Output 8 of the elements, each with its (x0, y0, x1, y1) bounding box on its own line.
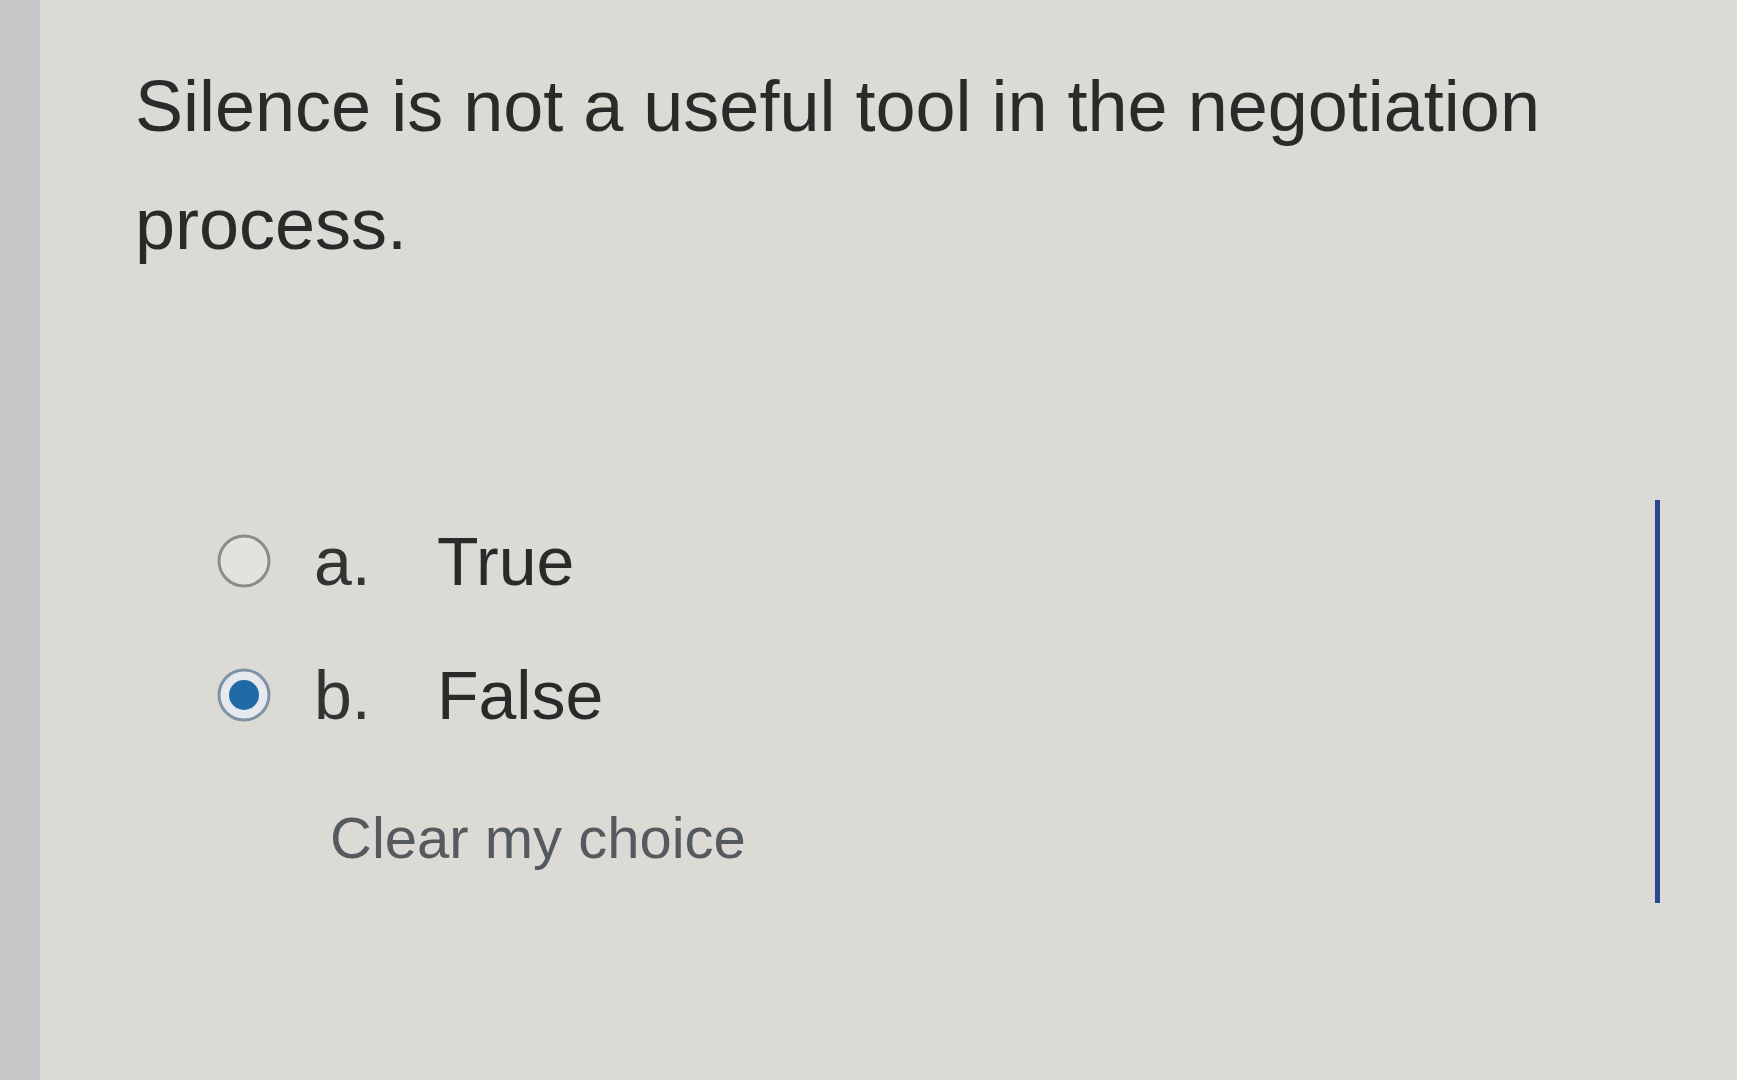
option-label[interactable]: True (437, 521, 575, 601)
option-label[interactable]: False (437, 655, 604, 735)
clear-choice-link[interactable]: Clear my choice (330, 803, 746, 873)
question-text: Silence is not a useful tool in the negotiation process. (135, 65, 1541, 266)
radio-button[interactable] (217, 668, 271, 722)
option-letter: a. (314, 522, 372, 601)
option-letter: b. (314, 656, 372, 735)
radio-button[interactable] (217, 534, 271, 588)
